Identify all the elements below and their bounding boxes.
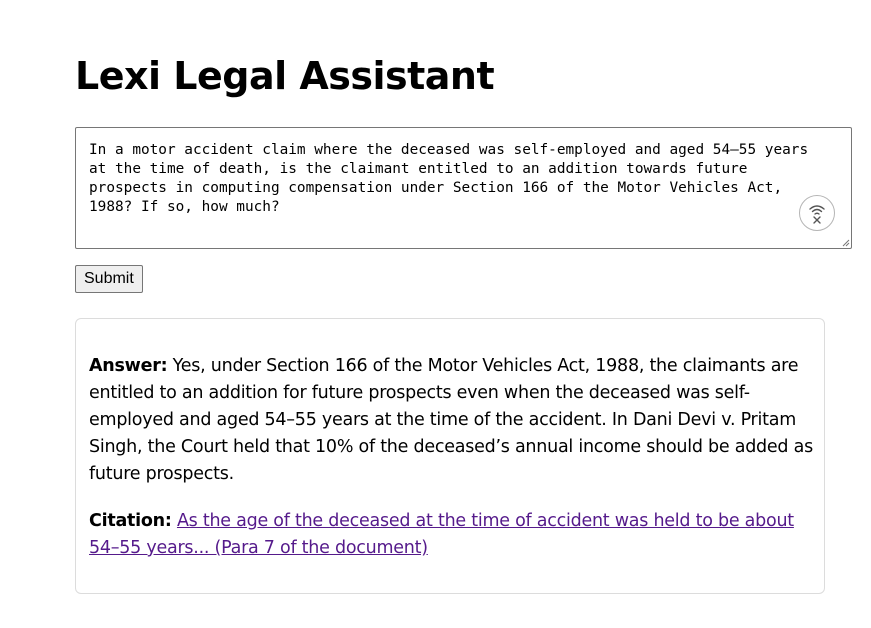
query-textarea[interactable]: In a motor accident claim where the dece… [75,127,852,249]
answer-paragraph: Answer: Yes, under Section 166 of the Mo… [89,353,814,488]
submit-button[interactable]: Submit [75,265,143,293]
query-text[interactable]: In a motor accident claim where the dece… [89,141,809,217]
voice-input-icon[interactable] [799,195,835,231]
page-title: Lexi Legal Assistant [75,54,495,98]
citation-paragraph: Citation: As the age of the deceased at … [89,508,814,562]
answer-card: Answer: Yes, under Section 166 of the Mo… [75,318,825,594]
answer-text: Yes, under Section 166 of the Motor Vehi… [89,356,813,484]
resize-handle-icon[interactable] [840,237,850,247]
citation-label: Citation: [89,511,172,531]
citation-link[interactable]: As the age of the deceased at the time o… [89,511,794,558]
voice-wave-icon [809,205,825,224]
answer-label: Answer: [89,356,168,376]
